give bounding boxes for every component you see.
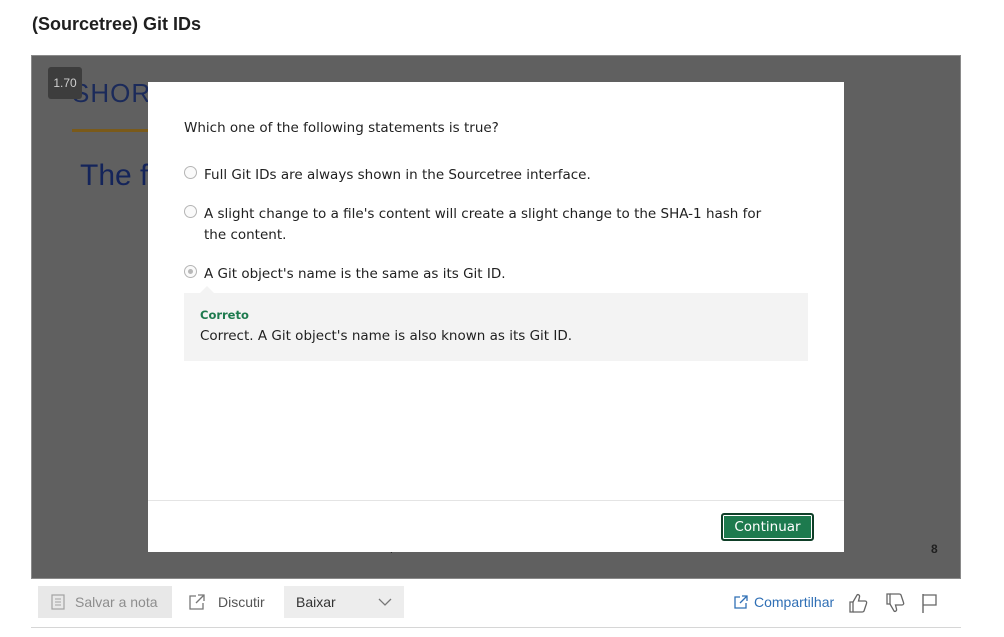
- video-player[interactable]: SHORT The f . 8 1.70 Which one of the fo…: [31, 55, 961, 579]
- quiz-option-label: A slight change to a file's content will…: [204, 206, 762, 243]
- thumbs-up-icon: [847, 592, 869, 614]
- thumbs-down-icon: [884, 592, 906, 614]
- quiz-option-2[interactable]: A slight change to a file's content will…: [184, 204, 784, 246]
- dislike-button[interactable]: [884, 592, 906, 614]
- note-icon: [51, 594, 65, 610]
- quiz-feedback: Correto Correct. A Git object's name is …: [184, 286, 808, 361]
- radio-button-selected[interactable]: [184, 265, 197, 278]
- quiz-option-label: A Git object's name is the same as its G…: [204, 266, 506, 282]
- save-note-label: Salvar a nota: [75, 594, 158, 610]
- download-select-value: Baixar: [296, 594, 336, 610]
- feedback-pointer: [200, 286, 214, 293]
- external-link-icon: [188, 593, 206, 611]
- flag-icon: [920, 592, 940, 614]
- save-note-button[interactable]: Salvar a nota: [38, 586, 172, 618]
- share-link[interactable]: Compartilhar: [734, 594, 834, 610]
- share-label: Compartilhar: [754, 594, 835, 610]
- quiz-question: Which one of the following statements is…: [184, 120, 499, 136]
- playback-speed-badge[interactable]: 1.70: [48, 67, 82, 99]
- quiz-option-1[interactable]: Full Git IDs are always shown in the Sou…: [184, 165, 784, 186]
- slide-page-number: 8: [931, 542, 938, 556]
- radio-button[interactable]: [184, 205, 197, 218]
- quiz-option-3[interactable]: A Git object's name is the same as its G…: [184, 264, 784, 285]
- quiz-option-label: Full Git IDs are always shown in the Sou…: [204, 167, 591, 183]
- slide-subheading: The f: [80, 159, 149, 192]
- page-title: (Sourcetree) Git IDs: [32, 14, 202, 34]
- download-select[interactable]: Baixar: [284, 586, 404, 618]
- radio-button[interactable]: [184, 166, 197, 179]
- continue-button[interactable]: Continuar: [721, 513, 814, 541]
- like-button[interactable]: [847, 592, 869, 614]
- lecture-toolbar: Salvar a nota Discutir Baixar Compartilh…: [31, 584, 961, 628]
- chevron-down-icon: [378, 598, 392, 606]
- feedback-title: Correto: [200, 308, 249, 322]
- quiz-modal: Which one of the following statements is…: [148, 82, 844, 552]
- feedback-text: Correct. A Git object's name is also kno…: [200, 328, 573, 344]
- share-icon: [734, 595, 748, 609]
- discuss-label: Discutir: [218, 594, 265, 610]
- flag-button[interactable]: [920, 592, 940, 614]
- modal-footer: Continuar: [148, 500, 844, 552]
- discuss-button[interactable]: Discutir: [188, 586, 265, 618]
